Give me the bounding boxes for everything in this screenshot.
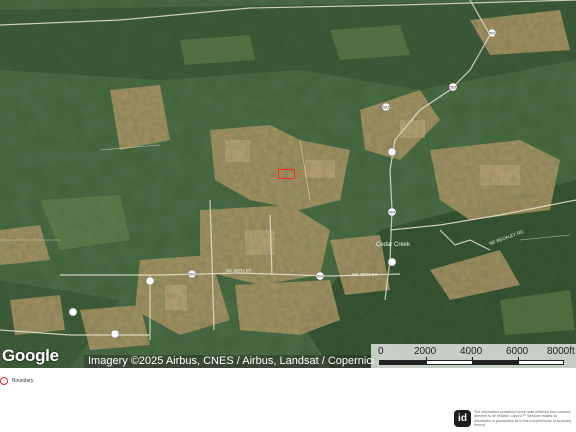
route-503-label: 503 [450, 85, 456, 89]
scale-bar: 0 2000 4000 6000 8000ft [371, 344, 576, 368]
route-503-label: 503 [489, 31, 495, 35]
satellite-map[interactable]: 503 503 503 503 503 503 NE 49TH ST NE 49… [0, 0, 576, 368]
scale-track [379, 357, 564, 365]
boundary-legend-icon [0, 377, 8, 385]
scale-label: 0 [378, 346, 384, 357]
route-503-label: 503 [317, 274, 323, 278]
scale-tick [426, 357, 427, 365]
disclaimer: id The information contained herein was … [454, 410, 574, 430]
scale-segment [380, 361, 426, 364]
scale-segment [472, 361, 518, 364]
map-attribution: Imagery ©2025 Airbus, CNES / Airbus, Lan… [84, 355, 374, 368]
scale-label: 4000 [460, 346, 483, 357]
satellite-imagery: 503 503 503 503 503 503 NE 49TH ST NE 49… [0, 0, 576, 368]
route-503-label: 503 [383, 105, 389, 109]
property-boundary[interactable] [278, 169, 295, 179]
road-label: NE 49TH ST [226, 268, 252, 273]
road-label: NE 49TH ST [352, 272, 378, 277]
scale-label: 2000 [414, 346, 437, 357]
map-page: 503 503 503 503 503 503 NE 49TH ST NE 49… [0, 0, 576, 432]
scale-label: 6000 [506, 346, 529, 357]
scale-tick [518, 357, 519, 365]
legend-label-boundary: Boundary [12, 378, 34, 384]
scale-labels: 0 2000 4000 6000 8000ft [371, 346, 576, 358]
map-legend: Boundary [0, 372, 33, 390]
land-id-logo: id [454, 410, 471, 427]
google-logo: Google [2, 346, 59, 365]
disclaimer-text: The information contained herein was obt… [474, 410, 572, 428]
route-503-label: 503 [389, 210, 395, 214]
town-label: Cedar Creek [376, 242, 411, 248]
scale-tick [472, 357, 473, 365]
route-503-label: 503 [189, 272, 195, 276]
scale-label: 8000ft [547, 346, 575, 357]
